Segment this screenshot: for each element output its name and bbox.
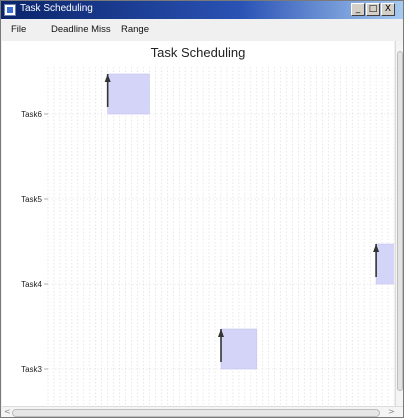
window-title: Task Scheduling: [20, 3, 93, 14]
menu-file[interactable]: File: [11, 24, 26, 35]
scroll-left-icon[interactable]: <: [4, 407, 11, 416]
maximize-button[interactable]: □: [366, 3, 380, 16]
task-label: Task4: [21, 280, 42, 289]
close-button[interactable]: X: [381, 3, 395, 16]
horizontal-scroll-thumb[interactable]: [12, 409, 380, 417]
menu-range[interactable]: Range: [121, 24, 149, 35]
execution-block: [107, 73, 150, 115]
menu-bar: File Deadline Miss Range: [1, 19, 403, 41]
execution-block: [375, 243, 394, 285]
app-icon: [4, 4, 16, 16]
execution-block: [220, 328, 258, 370]
schedule-chart: Task6 Task5 Task4 Task3: [21, 67, 394, 406]
app-window: Task Scheduling _ □ X File Deadline Miss…: [0, 0, 404, 418]
task-label: Task6: [21, 110, 42, 119]
title-bar[interactable]: Task Scheduling _ □ X: [1, 1, 403, 19]
vertical-scroll-thumb[interactable]: [397, 51, 403, 391]
minimize-button[interactable]: _: [351, 3, 365, 16]
scroll-right-icon[interactable]: >: [388, 407, 395, 416]
task-label: Task3: [21, 365, 42, 374]
horizontal-scrollbar[interactable]: < >: [2, 406, 403, 417]
chart-panel: Task Scheduling Task6 Task5 Task4 Task3: [2, 41, 394, 406]
task-label: Task5: [21, 195, 42, 204]
menu-deadline-miss[interactable]: Deadline Miss: [51, 24, 111, 35]
vertical-scrollbar[interactable]: [395, 41, 403, 406]
